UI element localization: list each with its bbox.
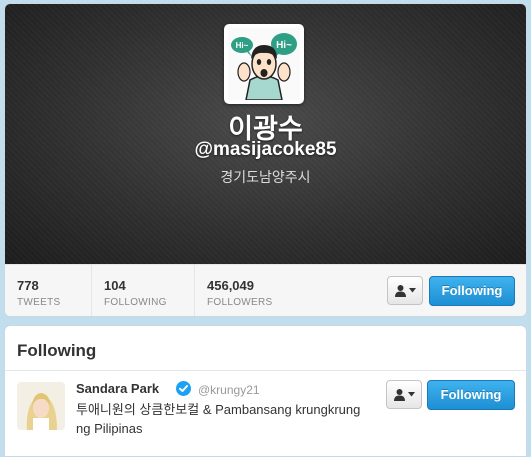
stat-followers-value: 456,049 [207, 278, 254, 293]
user-following-button[interactable]: Following [427, 380, 515, 410]
person-icon [395, 285, 406, 297]
user-avatar[interactable] [17, 382, 65, 430]
panel-divider [5, 370, 526, 371]
user-row-actions-button[interactable] [386, 380, 422, 409]
bubble-text-right: Hi~ [276, 40, 292, 51]
caret-down-icon [408, 392, 415, 397]
verified-icon [176, 381, 191, 396]
user-name[interactable]: Sandara Park [76, 381, 159, 396]
stat-following-value: 104 [104, 278, 126, 293]
bubble-text-left: Hi~ [236, 41, 249, 50]
caret-down-icon [409, 288, 416, 293]
profile-avatar[interactable]: Hi~ Hi~ [224, 24, 304, 104]
profile-stats-bar: 778 TWEETS 104 FOLLOWING 456,049 FOLLOWE… [5, 264, 526, 316]
profile-location: 경기도남양주시 [220, 169, 311, 185]
profile-handle: @masijacoke85 [194, 139, 337, 160]
user-actions-button[interactable] [387, 276, 423, 305]
stat-tweets-label: TWEETS [17, 297, 61, 308]
stat-following-label: FOLLOWING [104, 297, 167, 308]
following-panel: Following Sandara Park @krungy21 투애니원의 상… [4, 325, 527, 457]
person-icon [394, 389, 405, 401]
user-bio: 투애니원의 상큼한보컬 & Pambansang krungkrung ng P… [76, 402, 361, 436]
user-avatar-image [17, 382, 65, 430]
stat-followers-label: FOLLOWERS [207, 297, 273, 308]
stat-following[interactable]: 104 FOLLOWING [92, 265, 195, 316]
profile-card: Hi~ Hi~ 이광수 @masijacoke85 경기도남양주시 778 TW… [4, 3, 527, 317]
following-panel-title: Following [17, 341, 97, 360]
stat-followers[interactable]: 456,049 FOLLOWERS [195, 265, 315, 316]
stat-tweets-value: 778 [17, 278, 39, 293]
user-handle[interactable]: @krungy21 [198, 383, 260, 397]
stat-tweets[interactable]: 778 TWEETS [5, 265, 92, 316]
following-button[interactable]: Following [429, 276, 515, 306]
avatar-illustration: Hi~ Hi~ [228, 28, 300, 100]
